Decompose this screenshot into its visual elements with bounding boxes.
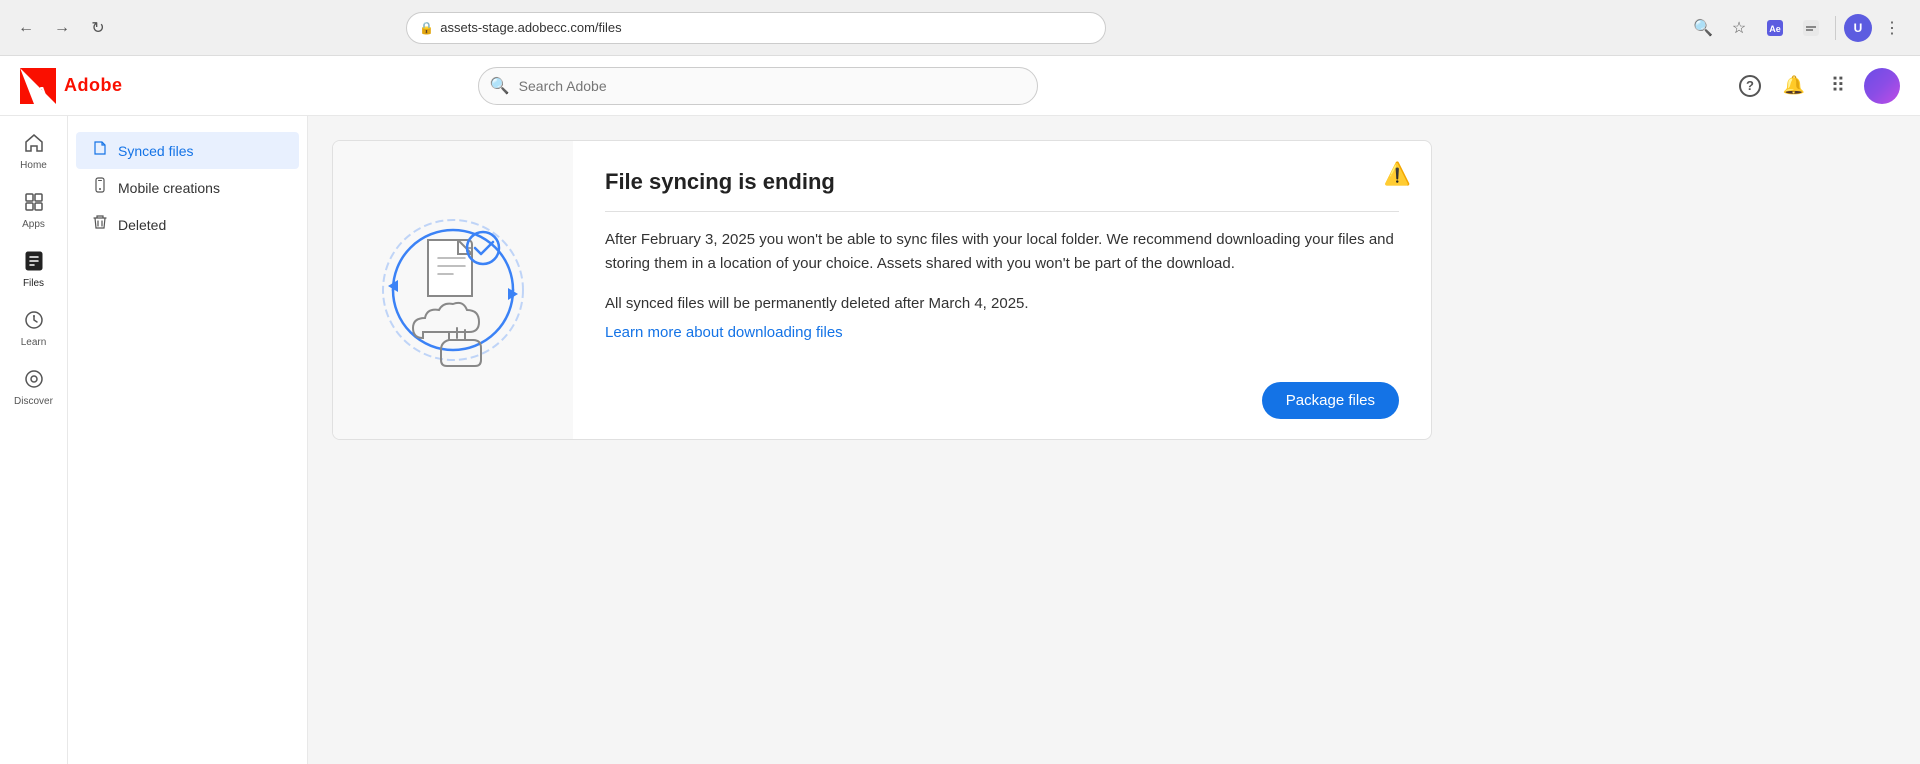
forward-button[interactable]: → (48, 14, 76, 42)
help-icon: ? (1739, 75, 1761, 97)
banner-card: File syncing is ending ⚠️ After February… (332, 140, 1432, 440)
nav-item-discover-label: Discover (14, 396, 53, 407)
learn-more-link[interactable]: Learn more about downloading files (605, 324, 843, 341)
sidebar: Synced files Mobile creations (68, 116, 308, 764)
nav-item-files-label: Files (23, 278, 44, 289)
apps-grid-button[interactable]: ⠿ (1820, 68, 1856, 104)
browser-chrome: ← → ↻ 🔒 assets-stage.adobecc.com/files 🔍… (0, 0, 1920, 56)
home-icon (23, 132, 45, 158)
content-area: File syncing is ending ⚠️ After February… (308, 116, 1920, 764)
back-button[interactable]: ← (12, 14, 40, 42)
nav-item-home[interactable]: Home (4, 124, 64, 179)
search-input[interactable] (478, 67, 1038, 105)
nav-item-learn-label: Learn (21, 337, 47, 348)
help-button[interactable]: ? (1732, 68, 1768, 104)
svg-text:A: A (36, 85, 48, 102)
banner-right: File syncing is ending ⚠️ After February… (573, 141, 1431, 439)
sidebar-item-mobile-creations[interactable]: Mobile creations (76, 169, 299, 206)
app-container: A Adobe 🔍 ? 🔔 ⠿ (0, 56, 1920, 764)
grid-icon: ⠿ (1831, 73, 1846, 98)
bookmark-btn[interactable]: ☆ (1723, 12, 1755, 44)
bell-icon: 🔔 (1783, 75, 1805, 96)
sidebar-item-synced-files[interactable]: Synced files (76, 132, 299, 169)
mobile-creations-icon (92, 177, 108, 198)
nav-item-files[interactable]: Files (4, 242, 64, 297)
search-icon: 🔍 (490, 76, 510, 96)
reload-button[interactable]: ↻ (84, 14, 112, 42)
extension-btn-1[interactable]: Ae (1759, 12, 1791, 44)
browser-search-btn[interactable]: 🔍 (1687, 12, 1719, 44)
url-text: assets-stage.adobecc.com/files (440, 20, 621, 35)
browser-profile-avatar[interactable]: U (1844, 14, 1872, 42)
extension-btn-2[interactable] (1795, 12, 1827, 44)
discover-icon (23, 368, 45, 394)
nav-item-discover[interactable]: Discover (4, 360, 64, 415)
sidebar-item-deleted[interactable]: Deleted (76, 206, 299, 243)
browser-menu-btn[interactable]: ⋮ (1876, 12, 1908, 44)
browser-toolbar: 🔍 ☆ Ae U ⋮ (1687, 12, 1908, 44)
header-search[interactable]: 🔍 (478, 67, 1038, 105)
address-bar[interactable]: 🔒 assets-stage.adobecc.com/files (406, 12, 1106, 44)
synced-files-icon (92, 140, 108, 161)
banner-body-text: After February 3, 2025 you won't be able… (605, 228, 1399, 276)
nav-item-learn[interactable]: Learn (4, 301, 64, 356)
banner-actions: Package files (573, 370, 1431, 439)
nav-item-home-label: Home (20, 160, 47, 171)
package-files-button[interactable]: Package files (1262, 382, 1399, 419)
user-avatar[interactable] (1864, 68, 1900, 104)
deleted-icon (92, 214, 108, 235)
sidebar-item-mobile-creations-label: Mobile creations (118, 180, 220, 196)
header-right: ? 🔔 ⠿ (1732, 68, 1900, 104)
main-content: Home Apps (0, 116, 1920, 764)
banner-content-body: File syncing is ending ⚠️ After February… (573, 141, 1431, 370)
banner-sub-text: All synced files will be permanently del… (605, 292, 1399, 316)
banner-title: File syncing is ending (605, 169, 1399, 195)
apps-icon (23, 191, 45, 217)
adobe-wordmark: Adobe (64, 75, 123, 96)
adobe-logo[interactable]: A Adobe (20, 68, 123, 104)
warning-icon: ⚠️ (1384, 161, 1411, 187)
file-sync-illustration (363, 190, 543, 390)
banner-illustration (333, 141, 573, 439)
learn-icon (23, 309, 45, 335)
nav-item-apps[interactable]: Apps (4, 183, 64, 238)
notifications-button[interactable]: 🔔 (1776, 68, 1812, 104)
files-icon (23, 250, 45, 276)
sidebar-item-synced-files-label: Synced files (118, 143, 193, 159)
svg-text:Ae: Ae (1769, 24, 1781, 34)
left-nav: Home Apps (0, 116, 68, 764)
adobe-logo-svg: A (20, 68, 56, 104)
banner-divider (605, 211, 1399, 212)
sidebar-item-deleted-label: Deleted (118, 217, 166, 233)
app-header: A Adobe 🔍 ? 🔔 ⠿ (0, 56, 1920, 116)
nav-item-apps-label: Apps (22, 219, 45, 230)
